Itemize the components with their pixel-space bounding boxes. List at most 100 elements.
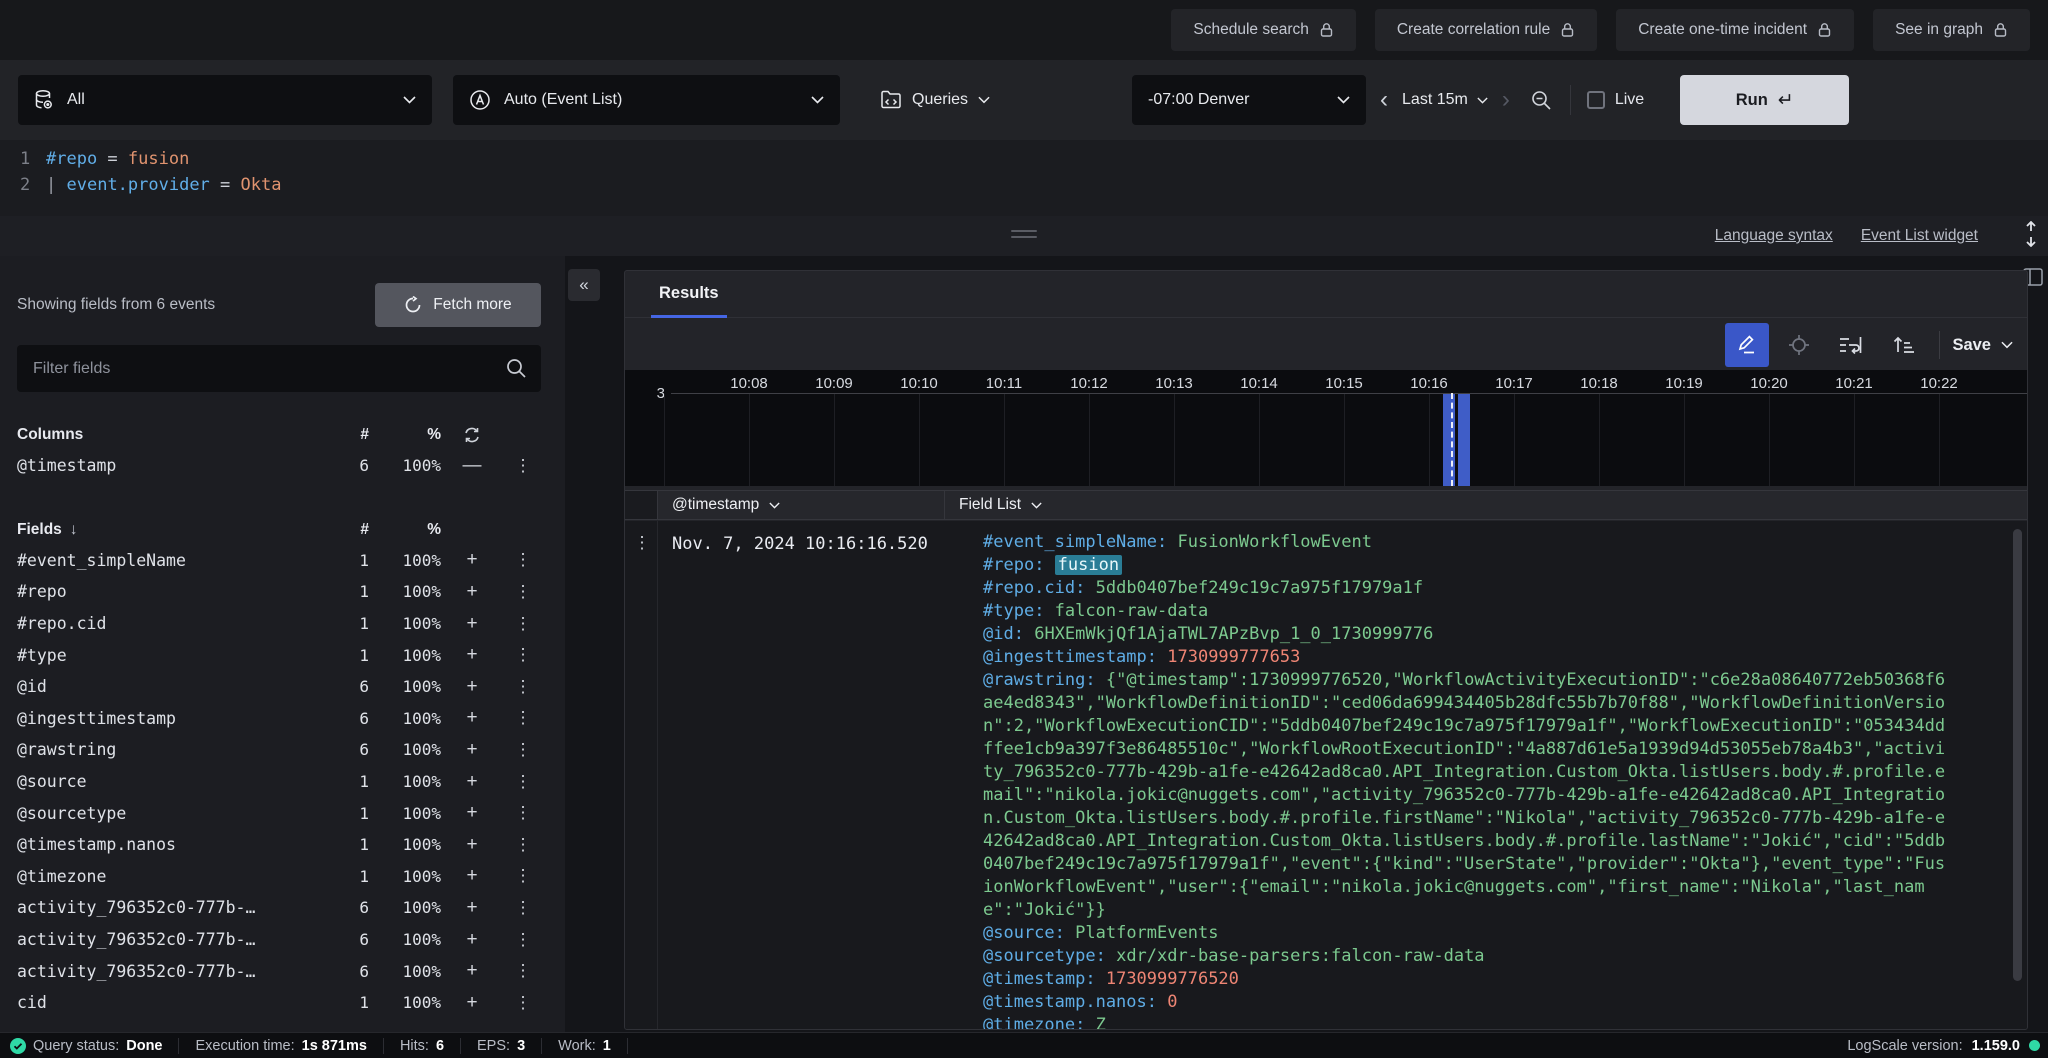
event-row[interactable]: ⋮ Nov. 7, 2024 10:16:16.520 #event_simpl… bbox=[625, 521, 2027, 1029]
add-field-button[interactable]: + bbox=[441, 676, 503, 698]
field-row[interactable]: activity_796352c0-777b-… 6 100% + ⋮ bbox=[17, 892, 541, 924]
remove-column-button[interactable]: — bbox=[441, 455, 503, 477]
language-syntax-link[interactable]: Language syntax bbox=[1715, 227, 1833, 245]
histogram-bar[interactable] bbox=[1443, 394, 1455, 486]
zoom-out-icon[interactable] bbox=[1524, 89, 1558, 111]
field-row[interactable]: #type 1 100% + ⋮ bbox=[17, 639, 541, 671]
column-percent: 100% bbox=[402, 456, 441, 476]
add-field-button[interactable]: + bbox=[441, 929, 503, 951]
field-key: @source bbox=[983, 923, 1055, 943]
histogram-bar[interactable] bbox=[1458, 394, 1470, 486]
gridline bbox=[1854, 394, 1855, 486]
field-row[interactable]: #event_simpleName 1 100% + ⋮ bbox=[17, 545, 541, 577]
field-row[interactable]: #repo.cid 1 100% + ⋮ bbox=[17, 608, 541, 640]
field-menu-button[interactable]: ⋮ bbox=[503, 740, 541, 760]
field-row[interactable]: #repo 1 100% + ⋮ bbox=[17, 576, 541, 608]
add-field-button[interactable]: + bbox=[441, 960, 503, 982]
create-correlation-rule-button[interactable]: Create correlation rule bbox=[1374, 9, 1598, 51]
field-row[interactable]: @source 1 100% + ⋮ bbox=[17, 766, 541, 798]
add-field-button[interactable]: + bbox=[441, 707, 503, 729]
chevron-down-icon bbox=[2001, 341, 2013, 349]
add-field-button[interactable]: + bbox=[441, 865, 503, 887]
field-menu-button[interactable]: ⋮ bbox=[503, 835, 541, 855]
field-menu-button[interactable]: ⋮ bbox=[503, 614, 541, 634]
sort-order-tool-button[interactable] bbox=[1881, 323, 1925, 367]
add-field-button[interactable]: + bbox=[441, 613, 503, 635]
fetch-more-button[interactable]: Fetch more bbox=[375, 283, 541, 327]
field-menu-button[interactable]: ⋮ bbox=[503, 930, 541, 950]
field-menu-button[interactable]: ⋮ bbox=[503, 772, 541, 792]
event-timestamp-cell: Nov. 7, 2024 10:16:16.520 bbox=[672, 534, 928, 554]
sort-descending-icon[interactable]: ↓ bbox=[70, 521, 78, 539]
field-row[interactable]: @timestamp.nanos 1 100% + ⋮ bbox=[17, 829, 541, 861]
field-menu-button[interactable]: ⋮ bbox=[503, 993, 541, 1013]
timezone-selector[interactable]: -07:00 Denver bbox=[1132, 75, 1367, 125]
field-row[interactable]: @rawstring 6 100% + ⋮ bbox=[17, 734, 541, 766]
collapse-sidebar-button[interactable]: « bbox=[568, 269, 600, 301]
add-field-button[interactable]: + bbox=[441, 802, 503, 824]
time-range-selector[interactable]: Last 15m bbox=[1402, 91, 1488, 109]
field-row[interactable]: cid 1 100% + ⋮ bbox=[17, 987, 541, 1019]
field-menu-button[interactable]: ⋮ bbox=[503, 961, 541, 981]
live-toggle[interactable]: Live bbox=[1586, 91, 1644, 109]
add-field-button[interactable]: + bbox=[441, 771, 503, 793]
field-menu-button[interactable]: ⋮ bbox=[503, 550, 541, 570]
edit-pen-tool-button[interactable] bbox=[1725, 323, 1770, 367]
x-axis-tick-label: 10:11 bbox=[985, 375, 1023, 392]
live-checkbox[interactable] bbox=[1586, 91, 1605, 109]
view-selector[interactable]: Auto (Event List) bbox=[453, 75, 840, 125]
timestamp-column-header[interactable]: @timestamp bbox=[658, 491, 945, 519]
add-field-button[interactable]: + bbox=[441, 897, 503, 919]
sync-columns-icon[interactable] bbox=[463, 427, 481, 443]
field-row[interactable]: @ingesttimestamp 6 100% + ⋮ bbox=[17, 703, 541, 735]
save-button[interactable]: Save bbox=[1952, 336, 2013, 355]
create-one-time-incident-button[interactable]: Create one-time incident bbox=[1616, 9, 1855, 51]
event-timeline-chart[interactable]: 3 10:08 10:09 10:10 10:11 10:12 10:13 10:14 10:… bbox=[625, 370, 2027, 486]
x-axis-tick-label: 10:19 bbox=[1665, 375, 1703, 392]
time-forward-button[interactable]: › bbox=[1488, 88, 1524, 112]
field-name: activity_796352c0-777b-… bbox=[17, 898, 256, 918]
field-name: activity_796352c0-777b-… bbox=[17, 930, 256, 950]
event-list-widget-link[interactable]: Event List widget bbox=[1861, 227, 1978, 245]
run-button[interactable]: Run ↵ bbox=[1680, 75, 1850, 125]
wrap-text-tool-button[interactable] bbox=[1829, 323, 1873, 367]
search-icon bbox=[505, 357, 527, 379]
column-row[interactable]: @timestamp 6 100% — ⋮ bbox=[17, 450, 541, 482]
query-editor[interactable]: 1 #repo = fusion 2 | event.provider = Ok… bbox=[0, 140, 2048, 216]
schedule-search-button[interactable]: Schedule search bbox=[1171, 9, 1356, 51]
add-field-button[interactable]: + bbox=[441, 992, 503, 1014]
field-menu-button[interactable]: ⋮ bbox=[503, 866, 541, 886]
repository-selector[interactable]: All bbox=[18, 75, 432, 125]
field-menu-button[interactable]: ⋮ bbox=[503, 677, 541, 697]
field-menu-button[interactable]: ⋮ bbox=[503, 898, 541, 918]
filter-fields-input[interactable] bbox=[17, 345, 541, 392]
crosshair-tool-button[interactable] bbox=[1777, 323, 1821, 367]
queries-folder-icon bbox=[880, 90, 902, 110]
queries-button[interactable]: Queries bbox=[880, 90, 990, 110]
add-field-button[interactable]: + bbox=[441, 739, 503, 761]
add-field-button[interactable]: + bbox=[441, 549, 503, 571]
field-row[interactable]: @timezone 1 100% + ⋮ bbox=[17, 861, 541, 893]
event-row-menu-button[interactable]: ⋮ bbox=[625, 521, 658, 1029]
add-field-button[interactable]: + bbox=[441, 834, 503, 856]
column-menu-button[interactable]: ⋮ bbox=[503, 456, 541, 476]
field-row[interactable]: activity_796352c0-777b-… 6 100% + ⋮ bbox=[17, 955, 541, 987]
fieldlist-column-header[interactable]: Field List bbox=[945, 491, 2027, 519]
splitter-drag-handle[interactable] bbox=[1011, 230, 1037, 242]
results-scrollbar-thumb[interactable] bbox=[2013, 529, 2022, 981]
field-menu-button[interactable]: ⋮ bbox=[503, 708, 541, 728]
field-menu-button[interactable]: ⋮ bbox=[503, 582, 541, 602]
timezone-selector-value: -07:00 Denver bbox=[1148, 91, 1250, 108]
field-menu-button[interactable]: ⋮ bbox=[503, 645, 541, 665]
expand-collapse-editor-icon[interactable] bbox=[2022, 221, 2040, 247]
field-value: 1730999776520 bbox=[1105, 969, 1239, 989]
time-back-button[interactable]: ‹ bbox=[1366, 88, 1402, 112]
add-field-button[interactable]: + bbox=[441, 644, 503, 666]
add-field-button[interactable]: + bbox=[441, 581, 503, 603]
field-menu-button[interactable]: ⋮ bbox=[503, 803, 541, 823]
field-row[interactable]: @id 6 100% + ⋮ bbox=[17, 671, 541, 703]
field-row[interactable]: @sourcetype 1 100% + ⋮ bbox=[17, 797, 541, 829]
tab-results[interactable]: Results bbox=[651, 271, 727, 318]
field-row[interactable]: activity_796352c0-777b-… 6 100% + ⋮ bbox=[17, 924, 541, 956]
see-in-graph-button[interactable]: See in graph bbox=[1873, 9, 2030, 51]
